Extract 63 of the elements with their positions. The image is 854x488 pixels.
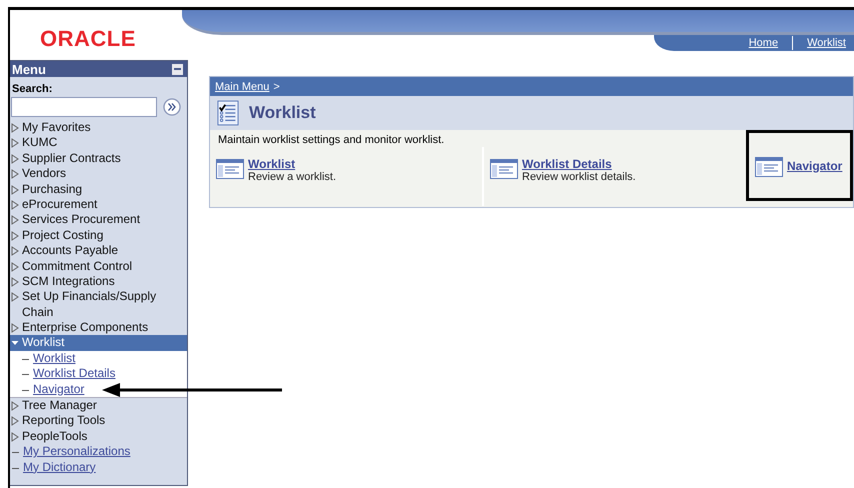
checklist-icon [217,100,239,126]
menu-folder[interactable]: Accounts Payable [22,243,118,259]
collapsed-triangle-icon[interactable] [11,123,19,133]
header-link[interactable]: Worklist [807,37,846,49]
tile-link[interactable]: Worklist Details [522,157,636,171]
window-icon [216,159,244,179]
menu-folder[interactable]: KUMC [22,135,58,151]
menu-link[interactable]: Worklist [33,350,76,366]
menu-link[interactable]: Worklist Details [33,366,116,382]
menu-folder[interactable]: Vendors [22,166,66,182]
page-title: Worklist [249,103,316,123]
menu-folder[interactable]: Project Costing [22,228,104,244]
menu-link[interactable]: Navigator [33,382,84,398]
search-field[interactable] [11,97,157,117]
dash-icon [12,452,19,454]
dash-icon [22,390,29,391]
dash-icon [22,358,29,360]
search-go-icon[interactable] [163,98,181,116]
dash-icon [12,468,19,469]
header-link[interactable]: Home [748,37,778,49]
collapsed-triangle-icon[interactable] [11,401,19,412]
menu-folder[interactable]: Enterprise Components [22,320,148,336]
collapsed-triangle-icon[interactable] [11,323,19,334]
menu-folder[interactable]: Tree Manager [22,398,97,414]
menu-title: Menu [12,62,46,76]
menu-link[interactable]: My Personalizations [23,444,130,460]
collapsed-triangle-icon[interactable] [11,215,19,226]
dash-icon [22,374,29,376]
collapsed-triangle-icon[interactable] [11,432,19,442]
search-label: Search: [11,82,54,97]
collapsed-triangle-icon[interactable] [11,292,19,302]
collapsed-triangle-icon[interactable] [11,154,19,164]
menu-folder[interactable]: My Favorites [22,120,91,136]
collapsed-triangle-icon[interactable] [11,230,19,241]
menu-folder[interactable]: Reporting Tools [22,413,106,429]
menu-folder[interactable]: PeopleTools [22,428,88,444]
window-icon [490,159,518,179]
collapsed-triangle-icon[interactable] [11,416,19,426]
collapsed-triangle-icon[interactable] [11,276,19,287]
menu-folder[interactable]: Set Up Financials/Supply Chain [22,289,172,320]
collapsed-triangle-icon[interactable] [11,200,19,210]
tile-link[interactable]: Navigator [787,158,842,172]
menu-folder[interactable]: SCM Integrations [22,274,115,290]
breadcrumb-link[interactable]: Main Menu [215,80,270,92]
menu-folder[interactable]: Services Procurement [22,212,140,228]
collapsed-triangle-icon[interactable] [11,262,19,272]
collapsed-triangle-icon[interactable] [11,246,19,256]
page-description: Maintain worklist settings and monitor worklist. [217,133,446,147]
menu-folder[interactable]: eProcurement [22,196,98,212]
collapsed-triangle-icon[interactable] [11,138,19,148]
tile-description: Review a worklist. [248,171,336,183]
menu-folder[interactable]: Purchasing [22,182,82,197]
window-icon [755,156,783,176]
collapse-icon[interactable] [172,64,183,74]
breadcrumb-separator: > [273,80,280,92]
collapsed-triangle-icon[interactable] [11,184,19,195]
oracle-logo: ORACLE [40,26,136,52]
tile-link[interactable]: Worklist [248,157,336,171]
collapsed-triangle-icon[interactable] [11,169,19,180]
tile-description: Review worklist details. [522,171,636,183]
menu-link[interactable]: My Dictionary [23,460,96,476]
menu-folder[interactable]: Supplier Contracts [22,150,121,166]
menu-folder[interactable]: Commitment Control [22,258,132,274]
